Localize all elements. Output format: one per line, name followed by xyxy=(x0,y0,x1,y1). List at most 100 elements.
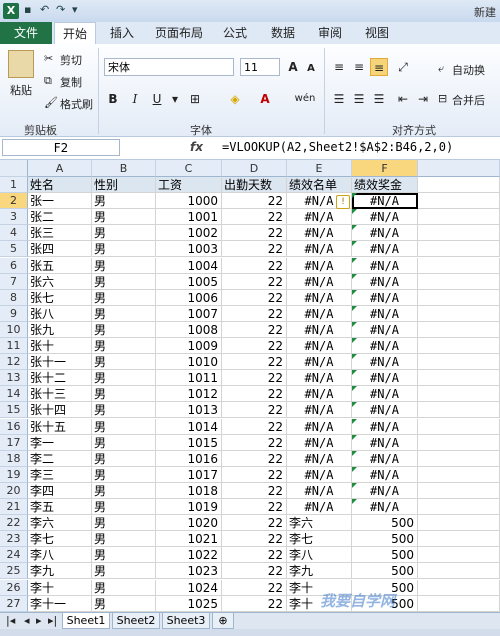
table-cell[interactable]: 张六 xyxy=(28,273,92,290)
header-cell[interactable]: 出勤天数 xyxy=(222,177,287,194)
row-header[interactable]: 1 xyxy=(0,177,28,194)
table-cell[interactable]: 张一 xyxy=(28,193,92,210)
phonetic-button[interactable]: wén xyxy=(292,90,318,108)
row-header[interactable]: 13 xyxy=(0,370,28,387)
table-cell[interactable]: 张十一 xyxy=(28,354,92,371)
sheet-tab-sheet2[interactable]: Sheet2 xyxy=(112,613,160,629)
align-bottom-icon[interactable]: ≡ xyxy=(370,58,388,76)
table-cell[interactable] xyxy=(418,418,500,435)
table-cell[interactable]: 1003 xyxy=(156,241,222,258)
table-cell[interactable]: 张三 xyxy=(28,225,92,242)
table-cell[interactable]: 男 xyxy=(92,241,156,258)
table-cell[interactable]: 1017 xyxy=(156,466,222,483)
row-header[interactable]: 4 xyxy=(0,225,28,242)
table-cell[interactable] xyxy=(418,515,500,532)
table-cell[interactable]: #N/A xyxy=(352,354,418,371)
table-cell[interactable]: 1002 xyxy=(156,225,222,242)
header-cell[interactable]: 性别 xyxy=(92,177,156,194)
table-cell[interactable]: #N/A xyxy=(287,386,352,403)
table-cell[interactable] xyxy=(418,386,500,403)
tab-data[interactable]: 数据 xyxy=(263,22,303,44)
table-cell[interactable]: 男 xyxy=(92,466,156,483)
table-cell[interactable]: 张十二 xyxy=(28,370,92,387)
table-cell[interactable] xyxy=(418,273,500,290)
next-sheet-nav-icon[interactable]: ▸ xyxy=(36,614,42,627)
table-cell[interactable] xyxy=(418,466,500,483)
table-cell[interactable]: #N/A xyxy=(352,257,418,274)
table-cell[interactable]: #N/A xyxy=(352,289,418,306)
table-cell[interactable]: 22 xyxy=(222,434,287,451)
table-cell[interactable] xyxy=(418,450,500,467)
table-cell[interactable]: 1018 xyxy=(156,482,222,499)
table-cell[interactable]: 1024 xyxy=(156,579,222,596)
table-cell[interactable]: 1004 xyxy=(156,257,222,274)
table-cell[interactable]: 1012 xyxy=(156,386,222,403)
table-cell[interactable]: 李四 xyxy=(28,482,92,499)
table-cell[interactable]: 张四 xyxy=(28,241,92,258)
table-cell[interactable]: 1001 xyxy=(156,209,222,226)
table-cell[interactable] xyxy=(418,321,500,338)
decrease-indent-icon[interactable]: ⇤ xyxy=(394,90,412,108)
error-warning-icon[interactable]: ! xyxy=(336,195,350,210)
table-cell[interactable] xyxy=(418,563,500,580)
table-cell[interactable] xyxy=(418,193,500,210)
header-cell[interactable]: 绩效名单 xyxy=(287,177,352,194)
table-cell[interactable] xyxy=(418,305,500,322)
table-cell[interactable] xyxy=(418,547,500,564)
orientation-icon[interactable]: ⤢ xyxy=(394,58,412,76)
paste-button[interactable]: 粘贴 xyxy=(10,82,32,98)
table-cell[interactable]: 李七 xyxy=(28,531,92,548)
insert-function-button[interactable]: fx xyxy=(190,140,203,154)
wrap-text-button[interactable]: 自动换 xyxy=(452,62,485,78)
table-cell[interactable]: 22 xyxy=(222,386,287,403)
table-cell[interactable]: #N/A xyxy=(352,499,418,516)
table-cell[interactable]: #N/A xyxy=(352,434,418,451)
table-cell[interactable]: 1019 xyxy=(156,499,222,516)
table-cell[interactable]: #N/A xyxy=(287,402,352,419)
table-cell[interactable]: #N/A xyxy=(287,257,352,274)
table-cell[interactable]: #N/A xyxy=(352,193,418,210)
table-cell[interactable]: #N/A xyxy=(287,499,352,516)
table-cell[interactable]: 22 xyxy=(222,305,287,322)
table-cell[interactable] xyxy=(418,434,500,451)
table-cell[interactable]: 男 xyxy=(92,257,156,274)
table-cell[interactable]: #N/A xyxy=(287,434,352,451)
table-cell[interactable]: 500 xyxy=(352,547,418,564)
table-cell[interactable]: #N/A xyxy=(352,273,418,290)
column-header-b[interactable]: B xyxy=(92,160,156,177)
table-cell[interactable]: 22 xyxy=(222,354,287,371)
table-cell[interactable]: 张八 xyxy=(28,305,92,322)
table-cell[interactable] xyxy=(418,531,500,548)
underline-button[interactable]: U xyxy=(148,90,166,108)
last-sheet-nav-icon[interactable]: ▸| xyxy=(48,614,57,627)
table-cell[interactable]: 李九 xyxy=(28,563,92,580)
header-cell[interactable]: 姓名 xyxy=(28,177,92,194)
table-cell[interactable]: 22 xyxy=(222,482,287,499)
table-cell[interactable]: 22 xyxy=(222,579,287,596)
table-cell[interactable]: #N/A xyxy=(287,466,352,483)
table-cell[interactable]: 22 xyxy=(222,418,287,435)
table-cell[interactable]: #N/A xyxy=(287,450,352,467)
row-header[interactable]: 27 xyxy=(0,595,28,612)
table-cell[interactable]: #N/A xyxy=(287,370,352,387)
tab-formulas[interactable]: 公式 xyxy=(215,22,255,44)
row-header[interactable]: 21 xyxy=(0,499,28,516)
sheet-tab-sheet3[interactable]: Sheet3 xyxy=(162,613,210,629)
table-cell[interactable] xyxy=(418,257,500,274)
align-middle-icon[interactable]: ≡ xyxy=(350,58,368,76)
table-cell[interactable] xyxy=(418,177,500,194)
table-cell[interactable] xyxy=(418,402,500,419)
merge-center-button[interactable]: 合并后 xyxy=(452,92,485,108)
tab-view[interactable]: 视图 xyxy=(357,22,397,44)
table-cell[interactable]: 男 xyxy=(92,450,156,467)
table-cell[interactable]: 1011 xyxy=(156,370,222,387)
select-all-corner[interactable] xyxy=(0,160,28,177)
row-header[interactable]: 3 xyxy=(0,209,28,226)
row-header[interactable]: 5 xyxy=(0,241,28,258)
sheet-tab-sheet1[interactable]: Sheet1 xyxy=(62,613,110,629)
table-cell[interactable]: 李三 xyxy=(28,466,92,483)
table-cell[interactable]: 1022 xyxy=(156,547,222,564)
table-cell[interactable]: 李五 xyxy=(28,499,92,516)
table-cell[interactable]: #N/A xyxy=(352,466,418,483)
table-cell[interactable]: 1005 xyxy=(156,273,222,290)
